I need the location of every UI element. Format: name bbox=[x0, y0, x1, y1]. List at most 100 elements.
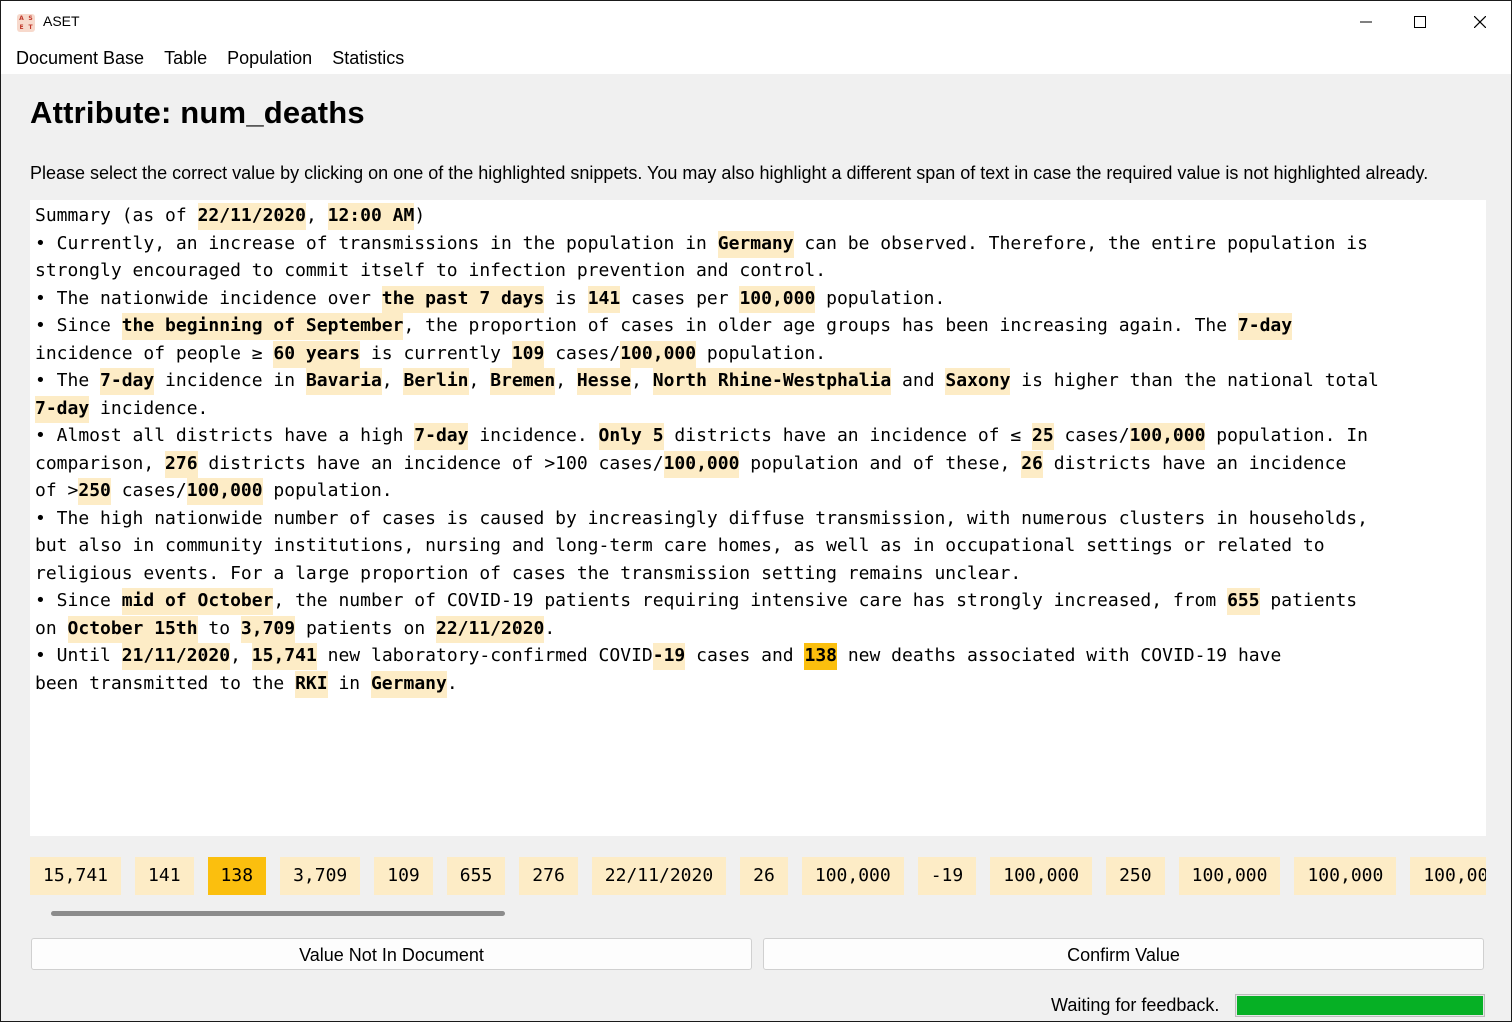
document-line: • Until 21/11/2020, 15,741 new laborator… bbox=[35, 642, 1481, 670]
highlighted-snippet[interactable]: Bremen bbox=[490, 368, 556, 395]
highlighted-snippet[interactable]: RKI bbox=[295, 670, 328, 698]
minimize-icon bbox=[1360, 21, 1372, 23]
highlighted-snippet[interactable]: the beginning of September bbox=[121, 313, 404, 340]
horizontal-scrollbar[interactable] bbox=[30, 908, 1486, 918]
document-line: been transmitted to the RKI in Germany. bbox=[35, 670, 1481, 698]
highlighted-snippet[interactable]: 7-day bbox=[100, 368, 155, 395]
snippet-chip[interactable]: 655 bbox=[446, 857, 506, 895]
highlighted-snippet[interactable]: 100,000 bbox=[186, 478, 263, 505]
highlighted-snippet[interactable]: North Rhine-Westphalia bbox=[652, 368, 892, 395]
app-window: ASET ASET Document Base Table Population… bbox=[0, 0, 1512, 1022]
document-line: of >250 cases/100,000 population. bbox=[35, 477, 1481, 505]
minimize-button[interactable] bbox=[1343, 1, 1389, 43]
snippet-chip[interactable]: 15,741 bbox=[30, 857, 122, 895]
document-text-segment: districts have an incidence of >100 case… bbox=[197, 452, 664, 474]
snippet-chip[interactable]: 100,000 bbox=[990, 857, 1093, 895]
document-line: comparison, 276 districts have an incide… bbox=[35, 450, 1481, 478]
snippet-chip[interactable]: 141 bbox=[135, 857, 194, 895]
app-icon: ASET bbox=[17, 14, 35, 32]
highlighted-snippet[interactable]: 22/11/2020 bbox=[436, 615, 545, 643]
maximize-button[interactable] bbox=[1397, 1, 1443, 43]
snippet-chip[interactable]: 22/11/2020 bbox=[591, 857, 727, 895]
document-line: incidence of people ≥ 60 years is curren… bbox=[35, 340, 1481, 368]
highlighted-snippet[interactable]: 100,000 bbox=[663, 450, 740, 478]
highlighted-snippet[interactable]: 276 bbox=[165, 450, 198, 478]
highlighted-snippet[interactable]: mid of October bbox=[121, 588, 274, 615]
highlighted-snippet[interactable]: 3,709 bbox=[240, 615, 296, 643]
document-line: strongly encouraged to commit itself to … bbox=[35, 257, 1481, 285]
highlighted-snippet[interactable]: 141 bbox=[587, 285, 621, 313]
confirm-value-button[interactable]: Confirm Value bbox=[763, 938, 1484, 970]
highlighted-snippet[interactable]: 26 bbox=[1021, 450, 1043, 478]
highlighted-snippet[interactable]: the past 7 days bbox=[381, 285, 545, 313]
selected-snippet-chip[interactable]: 138 bbox=[207, 857, 267, 895]
snippet-chip[interactable]: 3,709 bbox=[280, 857, 361, 895]
document-text-segment: of > bbox=[35, 480, 79, 501]
close-button[interactable] bbox=[1457, 1, 1503, 43]
snippet-chip[interactable]: 100,000 bbox=[1410, 857, 1486, 895]
document-text-segment: new deaths associated with COVID-19 have bbox=[837, 645, 1282, 666]
close-icon bbox=[1474, 16, 1486, 28]
value-not-in-document-button[interactable]: Value Not In Document bbox=[31, 938, 752, 970]
menu-population[interactable]: Population bbox=[217, 43, 322, 74]
highlighted-snippet[interactable]: Germany bbox=[370, 670, 447, 698]
document-text-segment: • Until bbox=[35, 645, 122, 666]
document-text-segment: population. bbox=[815, 287, 946, 309]
highlighted-snippet[interactable]: Berlin bbox=[403, 368, 469, 395]
highlighted-snippet[interactable]: 109 bbox=[511, 340, 545, 368]
title-bar[interactable]: ASET ASET bbox=[1, 1, 1511, 43]
document-text[interactable]: Summary (as of 22/11/2020, 12:00 AM) • Cu… bbox=[35, 202, 1481, 698]
highlighted-snippet[interactable]: 655 bbox=[1227, 588, 1260, 615]
highlighted-snippet[interactable]: 100,000 bbox=[739, 285, 816, 313]
document-text-segment: patients on bbox=[295, 617, 436, 639]
document-text-segment: religious events. For a large proportion… bbox=[35, 562, 1022, 584]
window-title: ASET bbox=[43, 13, 80, 29]
highlighted-snippet[interactable]: 60 years bbox=[273, 340, 361, 368]
highlighted-snippet[interactable]: Saxony bbox=[945, 368, 1011, 395]
highlighted-snippet[interactable]: October 15th bbox=[67, 615, 198, 643]
document-line: • Currently, an increase of transmission… bbox=[35, 230, 1481, 258]
document-text-segment: , bbox=[381, 370, 404, 391]
document-line: but also in community institutions, nurs… bbox=[35, 532, 1481, 560]
document-text-segment: to bbox=[197, 617, 241, 639]
highlighted-snippet[interactable]: 7-day bbox=[35, 395, 90, 423]
document-text-segment: cases and bbox=[685, 645, 805, 666]
menu-table[interactable]: Table bbox=[154, 43, 217, 74]
snippet-chip[interactable]: 100,000 bbox=[801, 857, 904, 895]
highlighted-snippet[interactable]: 7-day bbox=[414, 423, 469, 450]
highlighted-snippet[interactable]: -19 bbox=[652, 643, 686, 670]
snippet-chip[interactable]: 100,000 bbox=[1178, 857, 1281, 895]
document-text-segment: population. bbox=[696, 342, 827, 364]
highlighted-snippet[interactable]: 12:00 AM bbox=[327, 203, 415, 230]
highlighted-snippet[interactable]: 250 bbox=[78, 478, 111, 505]
highlighted-snippet[interactable]: Only 5 bbox=[598, 423, 664, 450]
snippet-chip[interactable]: 276 bbox=[519, 857, 578, 895]
scrollbar-thumb[interactable] bbox=[51, 911, 505, 916]
highlighted-snippet[interactable]: 7-day bbox=[1237, 313, 1293, 340]
highlighted-snippet[interactable]: 100,000 bbox=[1129, 423, 1206, 450]
menu-document-base[interactable]: Document Base bbox=[1, 43, 154, 74]
snippet-chip[interactable]: 109 bbox=[374, 857, 433, 895]
document-text-segment: incidence of people ≥ bbox=[35, 342, 274, 364]
highlighted-snippet[interactable]: Hesse bbox=[576, 368, 632, 395]
document-text-segment: population and of these, bbox=[739, 452, 1022, 474]
document-text-segment: in bbox=[327, 672, 371, 694]
snippet-chip[interactable]: 250 bbox=[1106, 857, 1165, 895]
highlighted-snippet[interactable]: Bavaria bbox=[305, 368, 382, 395]
highlighted-snippet[interactable]: 15,741 bbox=[251, 643, 317, 670]
highlighted-snippet[interactable]: 21/11/2020 bbox=[121, 643, 231, 670]
document-view[interactable]: Summary (as of 22/11/2020, 12:00 AM) • Cu… bbox=[30, 200, 1486, 836]
highlighted-snippet[interactable]: 25 bbox=[1032, 423, 1054, 450]
document-line: on October 15th to 3,709 patients on 22/… bbox=[35, 615, 1481, 643]
snippet-chip[interactable]: -19 bbox=[917, 857, 977, 895]
snippet-chip[interactable]: 100,000 bbox=[1294, 857, 1397, 895]
document-text-segment: but also in community institutions, nurs… bbox=[35, 535, 1325, 556]
selected-snippet[interactable]: 138 bbox=[804, 643, 837, 670]
highlighted-snippet[interactable]: 22/11/2020 bbox=[197, 203, 306, 230]
snippet-chip[interactable]: 26 bbox=[740, 857, 788, 895]
highlighted-snippet[interactable]: 100,000 bbox=[620, 340, 697, 368]
document-text-segment: districts have an incidence bbox=[1042, 452, 1347, 474]
document-text-segment: incidence in bbox=[154, 370, 306, 391]
menu-statistics[interactable]: Statistics bbox=[322, 43, 414, 74]
highlighted-snippet[interactable]: Germany bbox=[717, 230, 794, 258]
